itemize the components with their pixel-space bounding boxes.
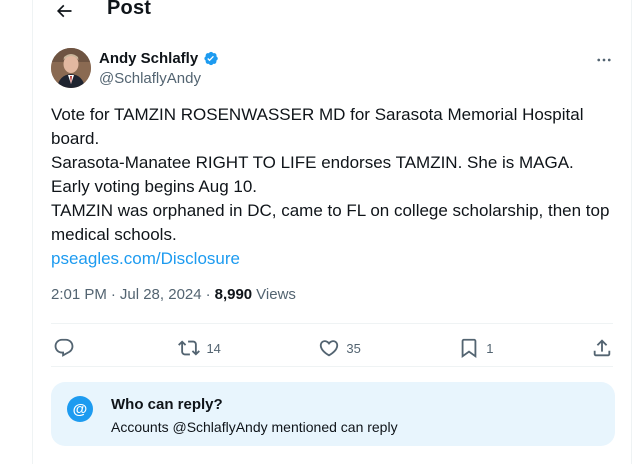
reply-restriction-notice: @ Who can reply? Accounts @SchlaflyAndy …	[51, 382, 615, 446]
page-title: Post	[107, 0, 152, 19]
tweet-text: Vote for TAMZIN ROSENWASSER MD for Saras…	[51, 103, 611, 271]
tweet-line: TAMZIN was orphaned in DC, came to FL on…	[51, 201, 610, 244]
action-bar: 14 35 1	[53, 335, 613, 361]
repost-icon	[178, 340, 201, 356]
post-date[interactable]: Jul 28, 2024	[120, 286, 202, 303]
like-count: 35	[346, 340, 361, 356]
divider	[51, 323, 613, 324]
avatar-portrait	[51, 48, 91, 88]
mention-icon: @	[67, 396, 93, 422]
like-button[interactable]: 35	[318, 337, 361, 359]
tweet-link[interactable]: pseagles.com/Disclosure	[51, 247, 611, 271]
verified-badge-icon[interactable]	[202, 50, 219, 67]
meta-separator: ·	[205, 286, 211, 303]
bookmark-button[interactable]: 1	[458, 337, 494, 359]
tweet-line: Sarasota-Manatee RIGHT TO LIFE endorses …	[51, 153, 574, 172]
share-button[interactable]	[591, 337, 613, 359]
tweet-line: Vote for TAMZIN ROSENWASSER MD for Saras…	[51, 105, 584, 148]
views-label: Views	[256, 286, 296, 303]
repost-button[interactable]: 14	[178, 337, 221, 359]
bookmark-icon	[461, 338, 477, 359]
author-row: Andy Schlafly @SchlaflyAndy	[51, 48, 615, 92]
reply-restriction-description: Accounts @SchlaflyAndy mentioned can rep…	[111, 419, 398, 435]
views-count: 8,990	[214, 286, 253, 303]
name-line: Andy Schlafly	[99, 50, 219, 67]
arrow-left-icon	[56, 4, 72, 18]
post-detail-panel: Post Andy Schlafly @SchlaflyAndy Vote fo…	[32, 0, 632, 464]
post-time[interactable]: 2:01 PM	[51, 286, 107, 303]
post-metadata: 2:01 PM · Jul 28, 2024 · 8,990 Views	[51, 286, 296, 303]
reply-icon	[54, 338, 74, 357]
reply-restriction-title: Who can reply?	[111, 396, 223, 413]
reply-button[interactable]	[53, 337, 81, 359]
more-options-button[interactable]	[593, 50, 615, 70]
bookmark-count: 1	[486, 340, 494, 356]
tweet-line: Early voting begins Aug 10.	[51, 177, 258, 196]
post-header: Post	[33, 0, 631, 28]
author-handle[interactable]: @SchlaflyAndy	[99, 70, 201, 87]
avatar[interactable]	[51, 48, 91, 88]
share-icon	[593, 339, 611, 357]
back-button[interactable]	[49, 0, 79, 26]
divider	[51, 366, 613, 367]
heart-icon	[320, 340, 339, 357]
meta-separator: ·	[110, 286, 116, 303]
display-name[interactable]: Andy Schlafly	[99, 50, 198, 67]
repost-count: 14	[206, 340, 221, 356]
ellipsis-icon	[597, 58, 611, 62]
